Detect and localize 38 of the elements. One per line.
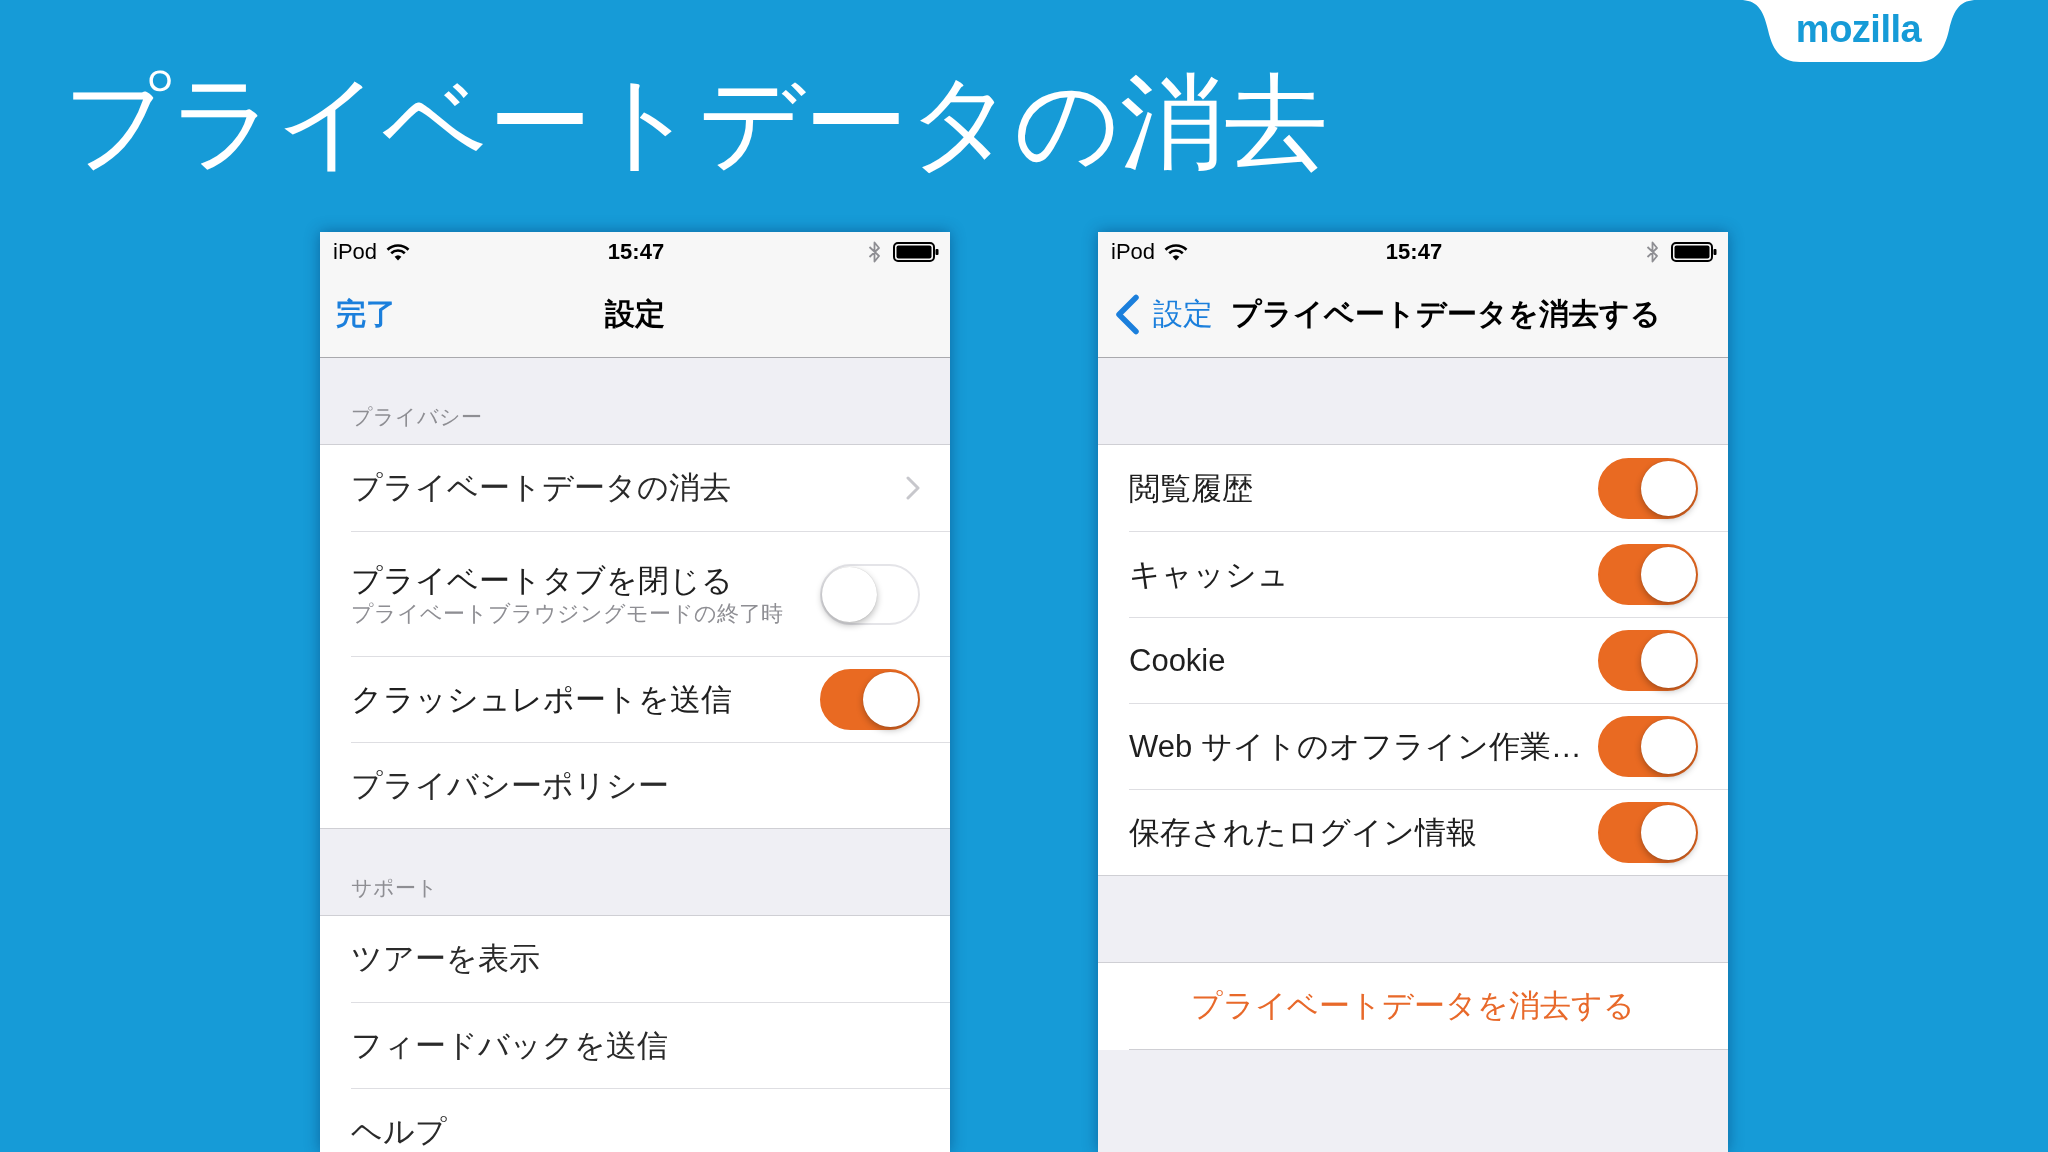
toggle-switch[interactable]: [820, 669, 920, 730]
row-label: プライベートタブを閉じる: [351, 562, 734, 600]
chevron-left-icon: [1114, 293, 1140, 335]
settings-row[interactable]: プライベートデータの消去: [351, 445, 950, 531]
nav-title: 設定: [605, 295, 665, 332]
slide-title: プライベートデータの消去: [64, 63, 1328, 182]
settings-row[interactable]: ヘルプ: [351, 1088, 950, 1152]
status-time: 15:47: [1385, 238, 1443, 265]
battery-icon: [1671, 241, 1717, 262]
toggle-switch[interactable]: [1598, 630, 1698, 691]
nav-title: プライベートデータを消去する: [1231, 295, 1661, 332]
section-header: サポート: [351, 875, 438, 901]
toggle-switch[interactable]: [1598, 802, 1698, 863]
settings-row[interactable]: フィードバックを送信: [351, 1002, 950, 1088]
section-header: プライバシー: [351, 404, 482, 430]
device-name: iPod: [1111, 238, 1156, 265]
row-label: 閲覧履歴: [1129, 469, 1253, 508]
status-time: 15:47: [607, 238, 665, 265]
row-label: Cookie: [1129, 642, 1226, 680]
bluetooth-icon: [868, 239, 881, 264]
bluetooth-icon: [1646, 239, 1659, 264]
settings-row[interactable]: ツアーを表示: [351, 916, 950, 1002]
row-label: 保存されたログイン情報: [1129, 814, 1477, 852]
row-detail: プライベートブラウジングモードの終了時: [351, 600, 783, 627]
row-label: クラッシュレポートを送信: [351, 681, 732, 719]
wifi-icon: [1164, 242, 1189, 261]
wifi-icon: [386, 242, 411, 261]
settings-row[interactable]: プライバシーポリシー: [351, 742, 950, 828]
toggle-switch[interactable]: [1598, 457, 1698, 519]
row-label: Web サイトのオフライン作業…: [1129, 728, 1582, 766]
row-label: キャッシュ: [1129, 556, 1289, 594]
toggle-switch[interactable]: [1598, 544, 1698, 605]
chevron-right-icon: [906, 476, 920, 500]
done-button[interactable]: 完了: [336, 293, 396, 335]
device-name: iPod: [333, 238, 378, 265]
toggle-switch[interactable]: [1598, 716, 1698, 777]
battery-icon: [893, 241, 939, 262]
back-button[interactable]: 設定: [1114, 293, 1213, 335]
